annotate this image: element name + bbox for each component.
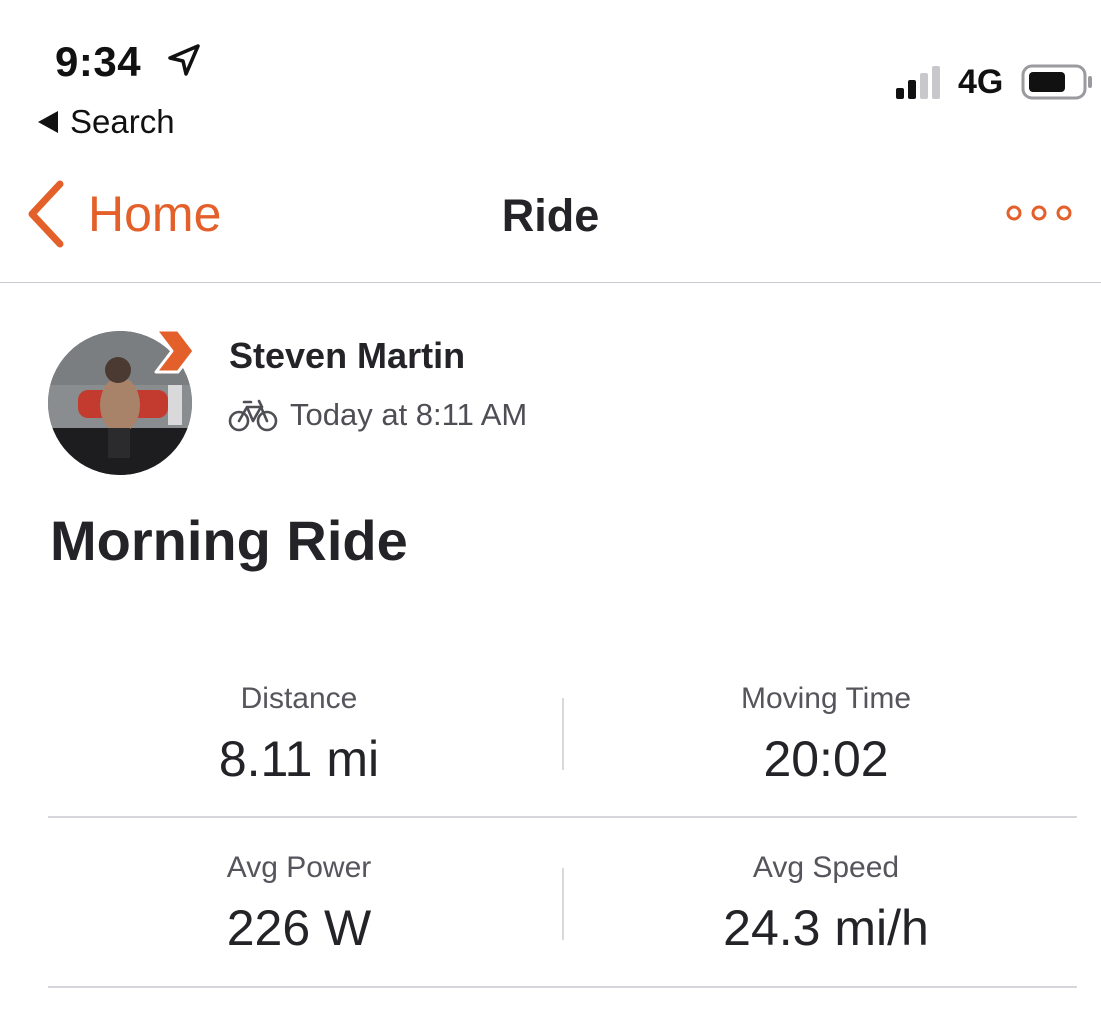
back-to-search-link[interactable]: Search <box>38 103 175 141</box>
subscriber-badge-icon <box>154 328 196 374</box>
athlete-name[interactable]: Steven Martin <box>229 335 465 377</box>
activity-meta: Today at 8:11 AM <box>228 397 527 433</box>
stat-divider-vertical <box>562 698 564 770</box>
network-type: 4G <box>958 63 1004 101</box>
stat-label: Distance <box>240 682 358 715</box>
stat-distance: Distance 8.11 mi <box>49 682 549 788</box>
stat-label: Moving Time <box>740 682 912 715</box>
back-to-app-label: Search <box>70 103 175 140</box>
stat-divider-horizontal <box>48 986 1077 988</box>
activity-title: Morning Ride <box>50 509 408 572</box>
stat-value: 20:02 <box>763 731 889 787</box>
back-triangle-icon <box>38 111 58 133</box>
cellular-signal-icon <box>896 66 940 99</box>
page-title: Ride <box>501 190 600 241</box>
activity-time: Today at 8:11 AM <box>290 397 528 432</box>
stat-moving-time: Moving Time 20:02 <box>576 682 1076 788</box>
more-options-icon[interactable] <box>1003 200 1075 226</box>
stat-value: 8.11 mi <box>218 731 380 787</box>
bicycle-icon <box>228 399 278 432</box>
stat-value: 226 W <box>226 900 372 956</box>
stat-label: Avg Power <box>226 851 372 884</box>
stat-avg-power: Avg Power 226 W <box>49 851 549 957</box>
nav-divider <box>0 282 1101 283</box>
battery-icon <box>1021 64 1092 100</box>
stat-label: Avg Speed <box>752 851 900 884</box>
athlete-avatar[interactable] <box>48 328 196 476</box>
stat-divider-vertical <box>562 868 564 940</box>
stat-divider-horizontal <box>48 816 1077 818</box>
stat-avg-speed: Avg Speed 24.3 mi/h <box>576 851 1076 957</box>
stat-value: 24.3 mi/h <box>723 900 929 956</box>
status-time: 9:34 <box>55 38 142 85</box>
location-arrow-icon <box>168 44 200 76</box>
